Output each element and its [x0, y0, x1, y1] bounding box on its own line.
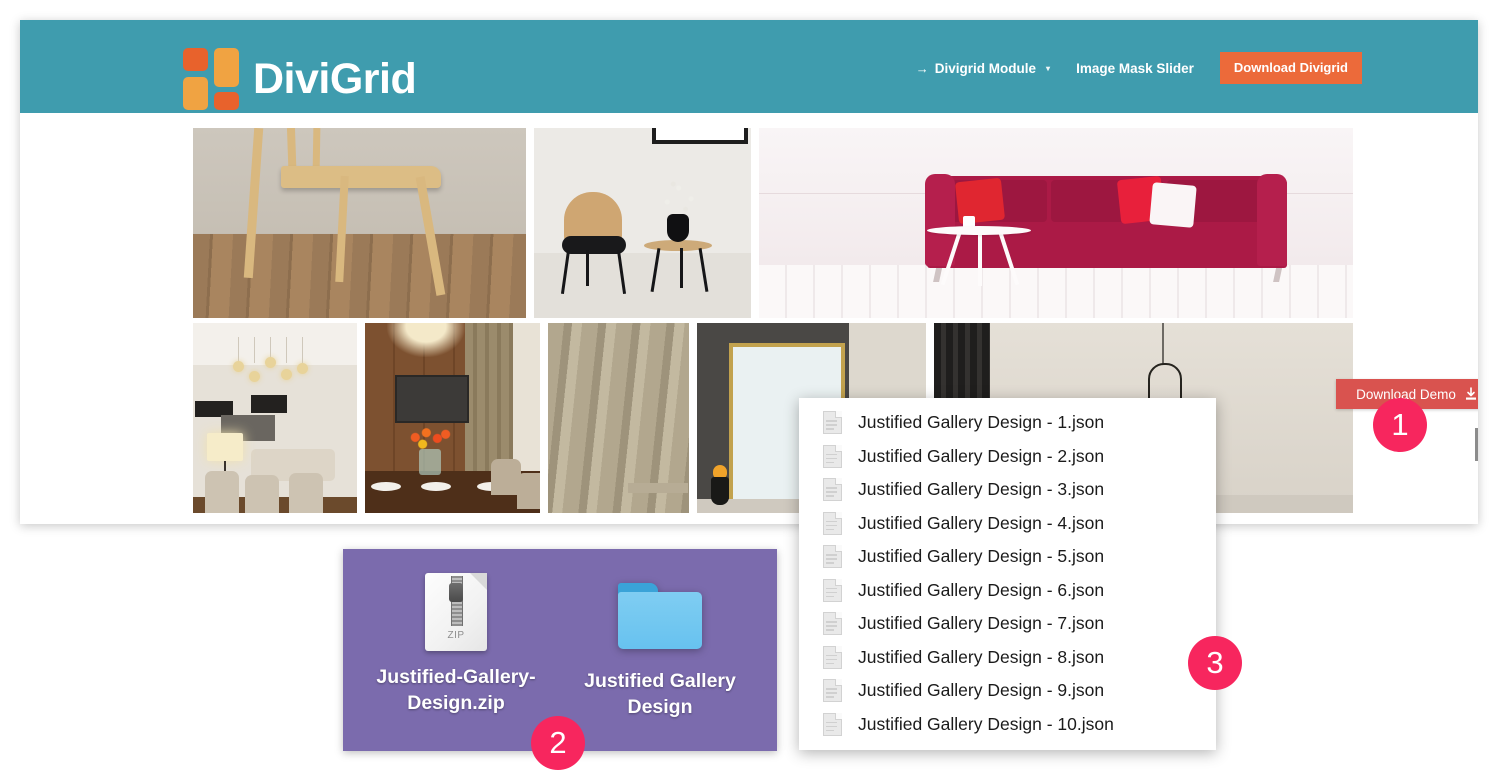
logo[interactable]: DiviGrid [183, 48, 417, 110]
json-file-icon [823, 478, 842, 502]
zip-file-icon: ZIP [425, 573, 487, 651]
nav-label: Divigrid Module [934, 60, 1037, 76]
json-file-icon [823, 645, 842, 669]
gallery-image-dining-room-tv[interactable] [365, 323, 540, 513]
file-name: Justified Gallery Design - 6.json [858, 579, 1105, 600]
img4-chair [245, 475, 279, 513]
file-name: Justified Gallery Design - 5.json [858, 546, 1105, 567]
gallery-image-curtains[interactable] [548, 323, 689, 513]
img2-wall-frame [652, 128, 748, 144]
nav-item-image-mask-slider[interactable]: Image Mask Slider [1076, 61, 1194, 76]
img5-plate [371, 482, 401, 491]
list-item[interactable]: Justified Gallery Design - 1.json [799, 406, 1216, 440]
list-item[interactable]: Justified Gallery Design - 6.json [799, 574, 1216, 608]
json-file-icon [823, 545, 842, 569]
json-file-icon [823, 612, 842, 636]
file-name: Justified Gallery Design - 1.json [858, 412, 1105, 433]
divigrid-logo-icon [183, 48, 239, 110]
file-name: Justified Gallery Design - 4.json [858, 512, 1105, 533]
folder-icon [618, 583, 702, 649]
img8-lamp-cord [1162, 323, 1164, 365]
img4-pendant-wire [238, 337, 239, 363]
img2-chair-leg [586, 250, 589, 286]
zip-icon-label: ZIP [447, 629, 465, 641]
brand-name: DiviGrid [253, 54, 417, 103]
json-file-icon [823, 511, 842, 535]
file-name: Justified Gallery Design - 10.json [858, 713, 1114, 734]
gallery-image-living-room[interactable] [193, 323, 357, 513]
img4-pendant-wire [254, 337, 255, 363]
finder-item-folder[interactable]: Justified Gallery Design [565, 573, 755, 720]
list-item[interactable]: Justified Gallery Design - 2.json [799, 440, 1216, 474]
list-item[interactable]: Justified Gallery Design - 3.json [799, 473, 1216, 507]
logo-block-bottom-right [214, 92, 239, 110]
img5-plate [421, 482, 451, 491]
file-name: Justified Gallery Design - 2.json [858, 445, 1105, 466]
img3-sofa-arm [1257, 174, 1287, 266]
scroll-to-top-button[interactable] [1475, 428, 1478, 461]
img3-table-leg [978, 232, 982, 286]
img4-lamp [207, 433, 243, 461]
step-badge-2: 2 [531, 716, 585, 770]
json-file-icon [823, 444, 842, 468]
img4-pendant-light [281, 369, 292, 380]
logo-block-bottom-left [183, 77, 208, 110]
img5-tulips [407, 427, 453, 453]
list-item[interactable]: Justified Gallery Design - 4.json [799, 507, 1216, 541]
list-item[interactable]: Justified Gallery Design - 9.json [799, 674, 1216, 708]
gallery-image-chair-side-table[interactable] [534, 128, 751, 318]
list-item[interactable]: Justified Gallery Design - 8.json [799, 641, 1216, 675]
img4-pendant-light [249, 371, 260, 382]
finder-zip-label: Justified-Gallery-Design.zip [376, 666, 536, 714]
img3-pillow [1149, 182, 1197, 228]
file-name: Justified Gallery Design - 7.json [858, 613, 1105, 634]
download-icon [1464, 387, 1478, 401]
img5-chair [517, 473, 540, 509]
img4-chair [289, 473, 323, 513]
chevron-down-icon: ▾ [1046, 63, 1051, 73]
arrow-right-icon: → [915, 60, 929, 76]
list-item[interactable]: Justified Gallery Design - 10.json [799, 708, 1216, 742]
file-name: Justified Gallery Design - 9.json [858, 680, 1105, 701]
file-name: Justified Gallery Design - 3.json [858, 479, 1105, 500]
list-item[interactable]: Justified Gallery Design - 5.json [799, 540, 1216, 574]
download-divigrid-button[interactable]: Download Divigrid [1219, 52, 1362, 84]
file-name: Justified Gallery Design - 8.json [858, 646, 1105, 667]
finder-item-zip[interactable]: ZIP Justified-Gallery-Design.zip [361, 573, 551, 716]
img7-vase [711, 477, 729, 505]
img6-sill [628, 483, 688, 493]
img5-chandelier [387, 323, 465, 357]
list-item[interactable]: Justified Gallery Design - 7.json [799, 607, 1216, 641]
logo-block-top-right [214, 48, 239, 87]
img4-pendant-light [265, 357, 276, 368]
site-header: DiviGrid → Divigrid Module ▾ Image Mask … [20, 20, 1478, 113]
img4-pendant-light [297, 363, 308, 374]
browser-page: DiviGrid → Divigrid Module ▾ Image Mask … [20, 20, 1478, 524]
nav-item-divigrid-module[interactable]: → Divigrid Module ▾ [916, 61, 1050, 76]
json-file-icon [823, 712, 842, 736]
logo-block-top-left [183, 48, 208, 71]
finder-folder-label: Justified Gallery Design [584, 670, 736, 718]
gallery-image-wooden-chair[interactable] [193, 128, 526, 318]
gallery-image-crimson-sofa[interactable] [759, 128, 1353, 318]
step-badge-1: 1 [1373, 398, 1427, 452]
json-file-icon [823, 411, 842, 435]
img3-side-table [927, 226, 1031, 235]
downloaded-files-list[interactable]: Justified Gallery Design - 1.json Justif… [799, 398, 1216, 750]
img3-floor [759, 264, 1353, 318]
img2-table-leg [680, 248, 683, 288]
img4-pendant-light [233, 361, 244, 372]
img5-tv [395, 375, 469, 423]
main-nav: → Divigrid Module ▾ Image Mask Slider Do… [890, 52, 1362, 84]
img4-pendant-wire [286, 337, 287, 363]
img2-dried-flowers [658, 178, 704, 218]
json-file-icon [823, 578, 842, 602]
step-badge-3: 3 [1188, 636, 1242, 690]
img4-chair [205, 471, 239, 513]
img2-vase [667, 214, 689, 242]
img4-pendant-wire [302, 337, 303, 363]
json-file-icon [823, 679, 842, 703]
img4-shelf [251, 395, 287, 413]
